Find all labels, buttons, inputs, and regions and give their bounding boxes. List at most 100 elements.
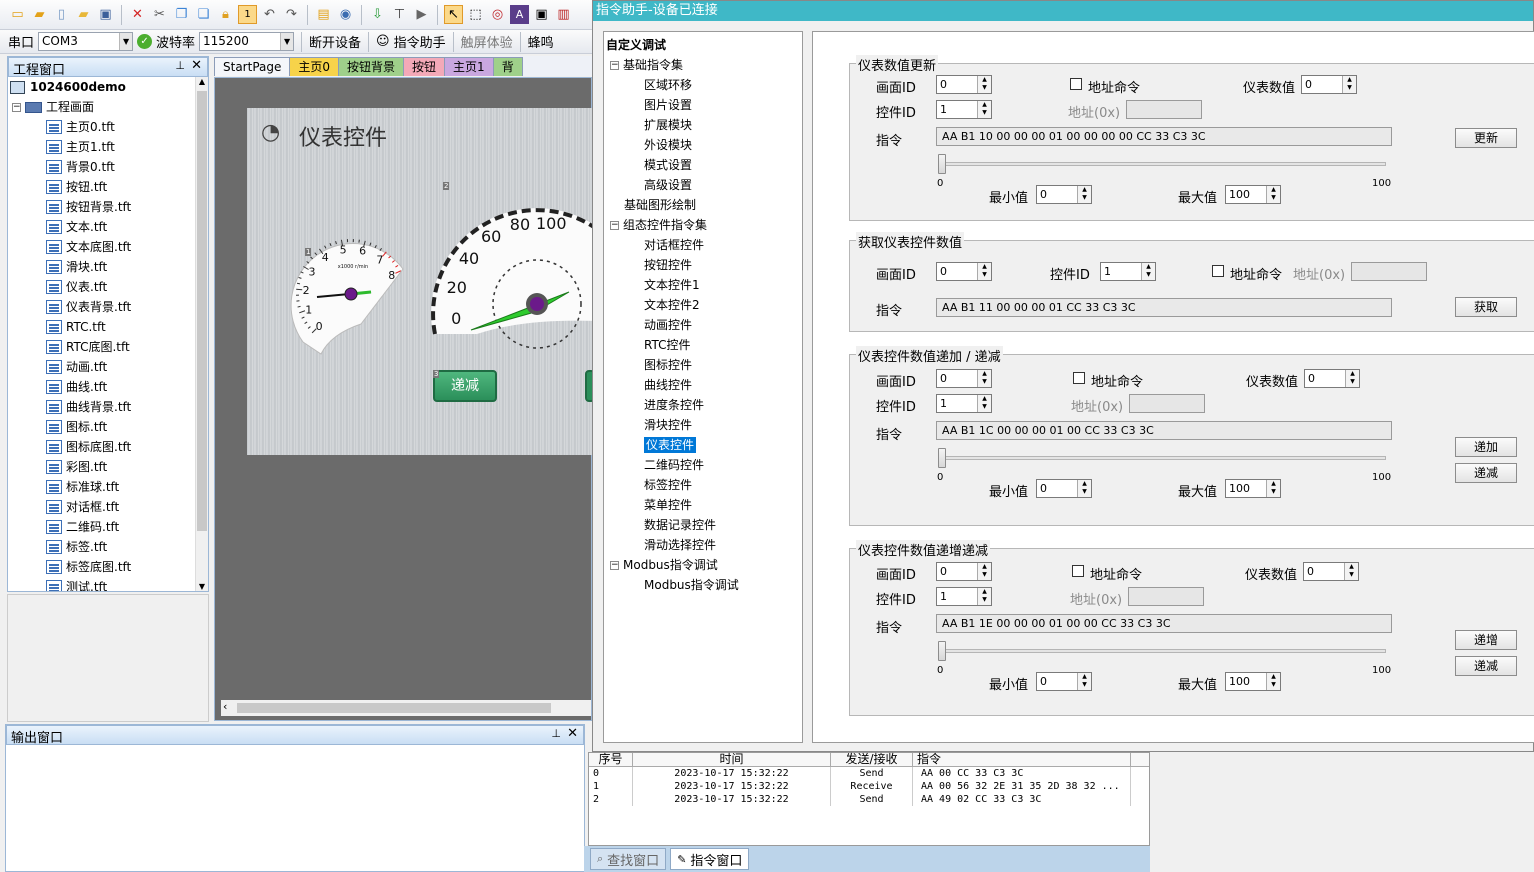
tab-screen[interactable]: 按钮背景 xyxy=(338,57,405,76)
nav-item[interactable]: 图片设置 xyxy=(604,95,802,115)
nav-item[interactable]: 模式设置 xyxy=(604,155,802,175)
command-assistant-button[interactable]: 指令助手 xyxy=(394,32,446,51)
project-file-item[interactable]: RTC底图.tft xyxy=(8,337,196,357)
large-gauge[interactable]: 0 20 4060 80 100 xyxy=(431,208,593,349)
nav-item[interactable]: 按钮控件 xyxy=(604,255,802,275)
target-tool-icon[interactable]: ◎ xyxy=(488,5,507,24)
spinner-arrows-icon[interactable]: ▲ ▼ xyxy=(1342,76,1356,93)
project-file-item[interactable]: 图标底图.tft xyxy=(8,437,196,457)
slider-thumb[interactable] xyxy=(938,154,946,174)
nav-item[interactable]: 文本控件2 xyxy=(604,295,802,315)
download-icon[interactable]: ⇩ xyxy=(368,5,387,24)
chevron-down-icon[interactable]: ▼ xyxy=(280,33,294,50)
tab-screen[interactable]: StartPage xyxy=(214,57,291,76)
port-select[interactable]: COM3 ▼ xyxy=(38,32,134,51)
screen-id-spinner[interactable]: 0 ▲ ▼ xyxy=(936,562,992,581)
nav-item[interactable]: 进度条控件 xyxy=(604,395,802,415)
nav-item[interactable]: 动画控件 xyxy=(604,315,802,335)
pin-icon[interactable]: ⊥ xyxy=(551,727,561,740)
command-button[interactable]: 递加 xyxy=(1455,437,1517,457)
spinner-arrows-icon[interactable]: ▲ ▼ xyxy=(1344,563,1358,580)
project-file-item[interactable]: 滑块.tft xyxy=(8,257,196,277)
save-icon[interactable]: ▣ xyxy=(96,5,115,24)
screen-canvas[interactable]: ◔ 仪表控件 2 1 0 1 2 3 4 5 6 7 8 x1000 r/min 0 20 40 60 8… xyxy=(247,108,593,455)
table-row[interactable]: 0 2023-10-17 15:32:22 Send AA 00 CC 33 C3 3… xyxy=(589,767,1149,780)
scroll-thumb[interactable] xyxy=(237,703,551,713)
pin-icon[interactable]: ⊥ xyxy=(175,59,185,72)
spinner-arrows-icon[interactable]: ▲ ▼ xyxy=(1266,186,1280,203)
spinner-arrows-icon[interactable]: ▲ ▼ xyxy=(1266,673,1280,690)
gauge-value-spinner[interactable]: 0 ▲ ▼ xyxy=(1301,75,1357,94)
address-command-checkbox[interactable] xyxy=(1073,372,1085,384)
paste-icon[interactable]: ❏ xyxy=(194,5,213,24)
compile-icon[interactable]: ▤ xyxy=(314,5,333,24)
project-file-item[interactable]: 主页1.tft xyxy=(8,137,196,157)
font-tool-icon[interactable]: A xyxy=(510,5,529,24)
tab-screen[interactable]: 背 xyxy=(492,57,523,76)
project-file-item[interactable]: 仪表背景.tft xyxy=(8,297,196,317)
command-button[interactable]: 获取 xyxy=(1455,297,1517,317)
spinner-arrows-icon[interactable]: ▲ ▼ xyxy=(1077,673,1091,690)
nav-item[interactable]: 对话框控件 xyxy=(604,235,802,255)
spinner-arrows-icon[interactable]: ▲ ▼ xyxy=(1266,480,1280,497)
nav-group-basic[interactable]: − 基础指令集 xyxy=(604,55,802,75)
nav-item[interactable]: Modbus指令调试 xyxy=(604,575,802,595)
tab-screen[interactable]: 主页0 xyxy=(289,57,340,76)
address-input[interactable] xyxy=(1128,587,1204,606)
spinner-arrows-icon[interactable]: ▲ ▼ xyxy=(1141,263,1155,280)
column-header[interactable]: 时间 xyxy=(633,753,831,766)
scroll-left-icon[interactable]: ‹ xyxy=(223,700,227,713)
spinner-arrows-icon[interactable]: ▲ ▼ xyxy=(1345,370,1359,387)
address-input[interactable] xyxy=(1129,394,1205,413)
design-hscrollbar[interactable]: ‹ xyxy=(221,700,591,716)
project-file-item[interactable]: 图标.tft xyxy=(8,417,196,437)
project-file-item[interactable]: 测试.tft xyxy=(8,577,196,591)
screen-id-spinner[interactable]: 0 ▲ ▼ xyxy=(936,75,992,94)
tab-find-window[interactable]: ⌕ 查找窗口 xyxy=(590,848,667,870)
project-file-item[interactable]: 标签底图.tft xyxy=(8,557,196,577)
project-file-item[interactable]: RTC.tft xyxy=(8,317,196,337)
min-spinner[interactable]: 0 ▲ ▼ xyxy=(1036,479,1092,498)
open-project-icon[interactable]: ▰ xyxy=(30,5,49,24)
table-row[interactable]: 2 2023-10-17 15:32:22 Send AA 49 02 CC 33 C… xyxy=(589,793,1149,806)
open-folder-icon[interactable]: ▰ xyxy=(74,5,93,24)
screen-id-spinner[interactable]: 0 ▲ ▼ xyxy=(936,369,992,388)
project-file-item[interactable]: 文本底图.tft xyxy=(8,237,196,257)
nav-root[interactable]: 自定义调试 xyxy=(604,35,802,55)
slider-thumb[interactable] xyxy=(938,448,946,468)
undo-icon[interactable]: ↶ xyxy=(260,5,279,24)
project-file-item[interactable]: 标准球.tft xyxy=(8,477,196,497)
control-id-spinner[interactable]: 1 ▲ ▼ xyxy=(1100,262,1156,281)
project-file-item[interactable]: 动画.tft xyxy=(8,357,196,377)
spinner-arrows-icon[interactable]: ▲ ▼ xyxy=(977,370,991,387)
command-button[interactable]: 递减 xyxy=(1455,656,1517,676)
nav-item[interactable]: 高级设置 xyxy=(604,175,802,195)
slider-thumb[interactable] xyxy=(938,641,946,661)
redo-icon[interactable]: ↷ xyxy=(282,5,301,24)
window-tool-icon[interactable]: ▣ xyxy=(532,5,551,24)
spinner-arrows-icon[interactable]: ▲ ▼ xyxy=(977,76,991,93)
nav-item[interactable]: 扩展模块 xyxy=(604,115,802,135)
min-spinner[interactable]: 0 ▲ ▼ xyxy=(1036,185,1092,204)
project-file-item[interactable]: 背景0.tft xyxy=(8,157,196,177)
decrement-button-widget[interactable]: 递减 xyxy=(433,370,497,402)
project-file-item[interactable]: 文本.tft xyxy=(8,217,196,237)
baud-select[interactable]: 115200 ▼ xyxy=(199,32,295,51)
rect-tool-icon[interactable]: ⬚ xyxy=(466,5,485,24)
project-file-item[interactable]: 按钮背景.tft xyxy=(8,197,196,217)
control-id-spinner[interactable]: 1 ▲ ▼ xyxy=(936,587,992,606)
touch-experience-button[interactable]: 触屏体验 xyxy=(461,32,513,51)
min-spinner[interactable]: 0 ▲ ▼ xyxy=(1036,672,1092,691)
simulate-icon[interactable]: ◉ xyxy=(336,5,355,24)
command-button[interactable]: 递减 xyxy=(1455,463,1517,483)
nav-item[interactable]: 滑块控件 xyxy=(604,415,802,435)
project-file-item[interactable]: 彩图.tft xyxy=(8,457,196,477)
nav-item[interactable]: 外设模块 xyxy=(604,135,802,155)
control-id-spinner[interactable]: 1 ▲ ▼ xyxy=(936,394,992,413)
project-file-item[interactable]: 曲线.tft xyxy=(8,377,196,397)
column-header[interactable]: 序号 xyxy=(589,753,633,766)
address-command-checkbox[interactable] xyxy=(1212,265,1224,277)
nav-item-basic-draw[interactable]: 基础图形绘制 xyxy=(604,195,802,215)
project-file-item[interactable]: 曲线背景.tft xyxy=(8,397,196,417)
control-id-spinner[interactable]: 1 ▲ ▼ xyxy=(936,100,992,119)
